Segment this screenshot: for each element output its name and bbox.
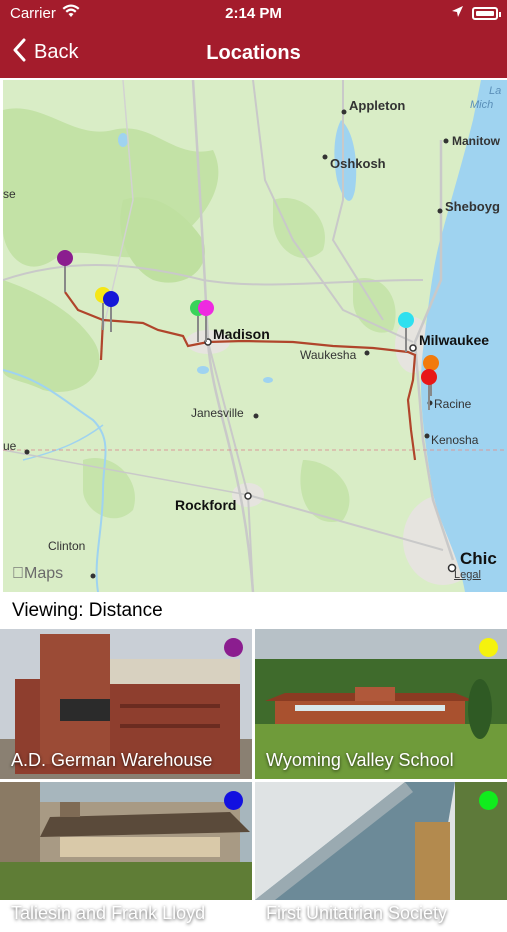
location-card-2[interactable]: Taliesin and Frank Lloyd (0, 782, 252, 932)
city-label: Racine (434, 397, 472, 411)
city-label: Waukesha (300, 348, 357, 362)
back-button[interactable]: Back (12, 38, 78, 66)
status-bar: Carrier 2:14 PM (0, 0, 507, 28)
city-label: Sheboyg (445, 199, 500, 214)
location-photo (255, 782, 507, 900)
clock-label: 2:14 PM (225, 5, 282, 22)
maps-logo-text: Maps (12, 565, 63, 582)
chevron-left-icon (12, 38, 26, 66)
legal-link[interactable]: Legal (454, 569, 481, 581)
lake-label: La (489, 85, 501, 97)
location-color-dot (479, 791, 498, 810)
apple-maps-logo: Maps (12, 565, 63, 583)
apple-icon:  (12, 565, 24, 582)
location-name: Taliesin and Frank Lloyd (11, 903, 206, 923)
nav-header: Carrier 2:14 PM Back Locations (0, 0, 507, 78)
city-label: Oshkosh (330, 156, 386, 171)
location-name: A.D. German Warehouse (11, 750, 213, 770)
location-name: Wyoming Valley School (266, 750, 454, 770)
location-color-dot (479, 638, 498, 657)
location-name: First Unitatrian Society (266, 903, 448, 923)
location-card-3[interactable]: First Unitatrian Society (255, 782, 507, 932)
city-label: ue (3, 439, 17, 453)
location-arrow-icon (451, 5, 464, 22)
back-label: Back (34, 40, 79, 63)
city-label: Clinton (48, 539, 85, 553)
battery-icon (472, 7, 501, 20)
location-card-1[interactable]: Wyoming Valley School (255, 629, 507, 779)
city-label: Milwaukee (419, 332, 489, 348)
city-label: Madison (213, 326, 270, 342)
location-color-dot (224, 638, 243, 657)
city-label: se (3, 187, 16, 201)
city-label: Janesville (191, 406, 244, 420)
city-label: Manitow (452, 134, 501, 148)
viewing-label: Viewing: Distance (12, 600, 163, 621)
lake-label: Mich (470, 99, 493, 111)
city-label: Rockford (175, 497, 236, 513)
location-card-0[interactable]: A.D. German Warehouse (0, 629, 252, 779)
map-view[interactable]: Appleton Oshkosh Manitow Sheboyg Madison… (3, 80, 507, 592)
location-photo (0, 782, 252, 900)
city-label: Chic (460, 549, 497, 568)
city-label: Appleton (349, 98, 405, 113)
location-color-dot (224, 791, 243, 810)
city-label: Kenosha (431, 433, 479, 447)
